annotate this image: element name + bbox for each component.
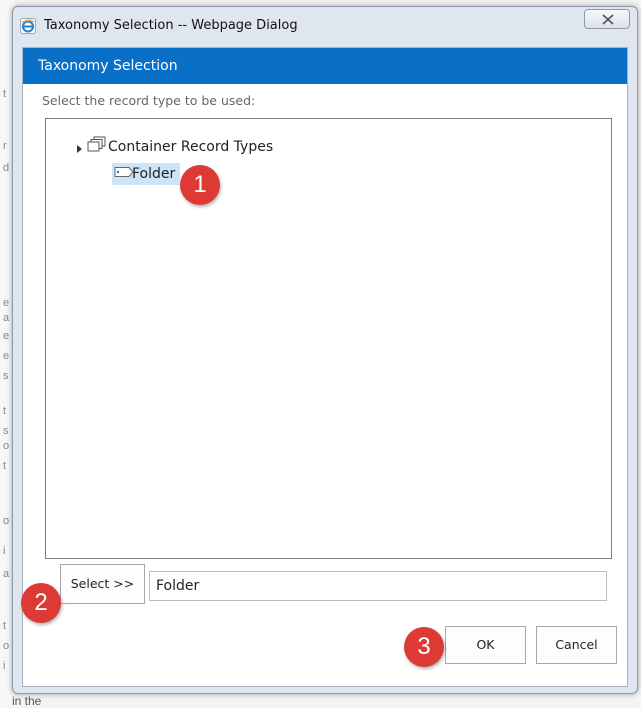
dialog-window: Taxonomy Selection -- Webpage Dialog Tax… [12, 6, 638, 694]
background-fragment: d [3, 162, 10, 174]
window-title: Taxonomy Selection -- Webpage Dialog [44, 18, 298, 33]
background-fragment: t [3, 460, 7, 472]
background-fragment: o [3, 440, 10, 452]
ok-button[interactable]: OK [445, 626, 526, 664]
tree-item-folder[interactable]: Folder [112, 163, 180, 185]
background-fragment: a [3, 568, 10, 580]
background-fragment: r [3, 140, 7, 152]
expand-arrow-icon[interactable] [77, 145, 82, 153]
background-fragment: i [3, 660, 6, 672]
record-type-tree[interactable]: Container Record Types Folder [45, 118, 612, 559]
background-fragment: t [3, 620, 7, 632]
close-button[interactable] [584, 9, 630, 29]
background-fragment: t [3, 88, 7, 100]
internet-explorer-icon [20, 18, 36, 34]
dialog-header: Taxonomy Selection [23, 48, 627, 84]
callout-badge-3: 3 [404, 627, 444, 667]
background-fragment: e [3, 350, 10, 362]
instruction-text: Select the record type to be used: [42, 93, 256, 108]
callout-badge-1: 1 [180, 165, 220, 205]
selected-record-type-field[interactable] [149, 571, 607, 601]
tree-item-label: Folder [132, 166, 176, 182]
dialog-content: Taxonomy Selection Select the record typ… [22, 47, 628, 687]
background-fragment: i [3, 545, 6, 557]
background-fragment: e [3, 297, 10, 309]
tag-icon [114, 165, 134, 183]
title-bar[interactable]: Taxonomy Selection -- Webpage Dialog [13, 7, 637, 47]
dialog-header-title: Taxonomy Selection [38, 58, 178, 74]
background-fragment: e [3, 330, 10, 342]
background-fragment: s [3, 370, 9, 382]
background-fragment: o [3, 640, 10, 652]
background-fragment: s [3, 425, 9, 437]
callout-badge-2: 2 [21, 583, 61, 623]
select-button[interactable]: Select >> [60, 564, 145, 604]
close-icon [602, 14, 614, 25]
tree-item-label: Container Record Types [108, 139, 274, 155]
stacked-folders-icon [87, 136, 107, 157]
cancel-button[interactable]: Cancel [536, 626, 617, 664]
background-fragment: o [3, 515, 10, 527]
background-fragment: t [3, 405, 7, 417]
background-fragment: a [3, 312, 10, 324]
